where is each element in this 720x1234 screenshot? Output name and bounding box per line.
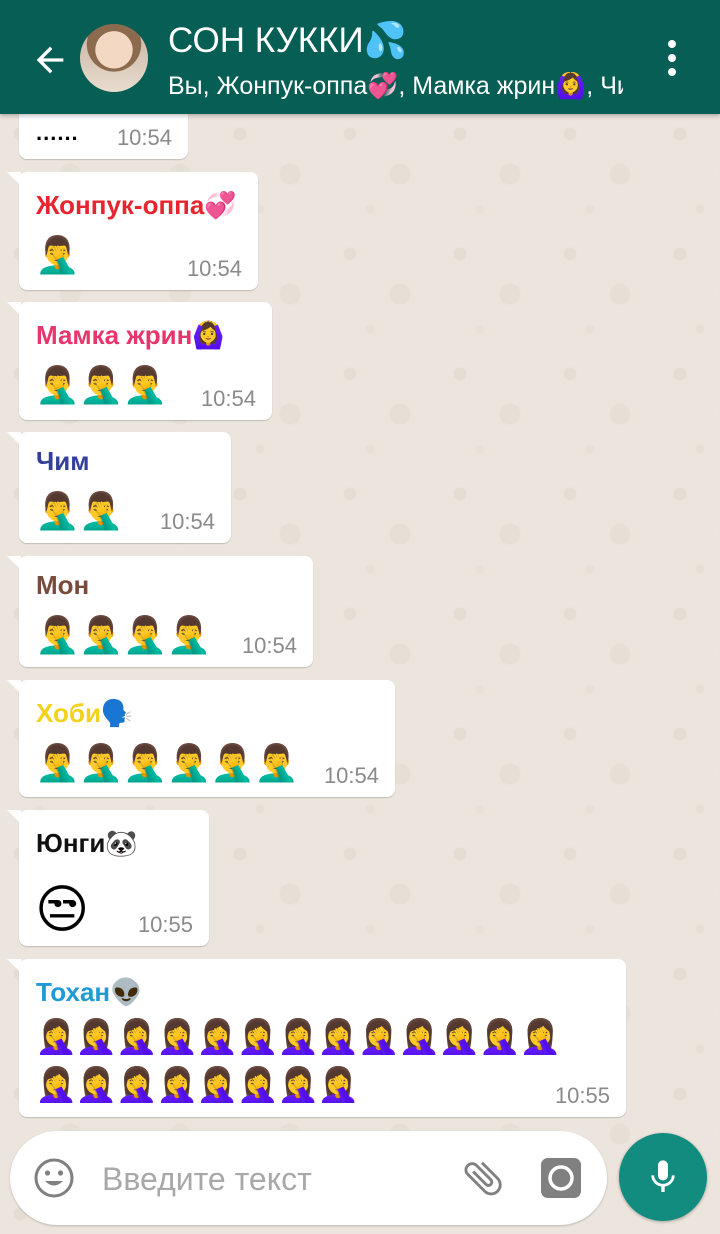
compose-bar [10,1131,607,1225]
sender-name[interactable]: Тохан👽 [36,977,142,1008]
message-time: 10:54 [186,256,242,281]
message-time: 10:55 [137,912,193,937]
chat-header: СОН КУККИ💦 Вы, Жонпук-оппа💞, Мамка жрин🙆… [0,0,720,114]
paperclip-icon [464,1161,502,1196]
message-bubble[interactable]: Тохан👽 🤦‍♀️🤦‍♀️🤦‍♀️🤦‍♀️🤦‍♀️🤦‍♀️🤦‍♀️🤦‍♀️🤦… [7,959,626,1117]
camera-button[interactable] [538,1155,584,1201]
group-avatar[interactable] [80,24,148,92]
more-options-button[interactable] [650,36,694,80]
message-bubble[interactable]: Хоби🗣️ 🤦‍♂️🤦‍♂️🤦‍♂️🤦‍♂️🤦‍♂️🤦‍♂️ 10:54 [7,680,395,797]
message-emojis: 🤦‍♂️🤦‍♂️🤦‍♂️🤦‍♂️ [35,615,211,656]
back-button[interactable] [22,32,78,88]
message-emojis: 🤦‍♂️🤦‍♂️🤦‍♂️🤦‍♂️🤦‍♂️🤦‍♂️ [35,743,299,784]
message-bubble[interactable]: Мамка жрин🙆‍♀️ 🤦‍♂️🤦‍♂️🤦‍♂️ 10:54 [7,302,272,420]
attach-button[interactable] [460,1155,506,1201]
sender-name[interactable]: Мон [36,570,89,601]
message-bubble[interactable]: Юнги🐼 😒 10:55 [7,810,209,946]
message-time: 10:54 [323,763,379,788]
sender-name[interactable]: Хоби🗣️ [36,698,133,729]
microphone-icon [651,1160,675,1192]
message-bubble[interactable]: Мон 🤦‍♂️🤦‍♂️🤦‍♂️🤦‍♂️ 10:54 [7,556,313,667]
sender-name[interactable]: Чим [36,446,90,477]
sender-name[interactable]: Юнги🐼 [36,828,138,859]
message-emojis: 🤦‍♂️🤦‍♂️🤦‍♂️ [35,365,167,406]
more-vert-icon [668,40,676,76]
message-bubble[interactable]: Чим 🤦‍♂️🤦‍♂️ 10:54 [7,432,231,543]
message-emojis: 🤦‍♂️🤦‍♂️ [35,491,124,532]
message-time: 10:54 [241,633,297,658]
sender-name[interactable]: Жонпук-оппа💞 [36,190,237,221]
message-emojis: 🤦‍♀️🤦‍♀️🤦‍♀️🤦‍♀️🤦‍♀️🤦‍♀️🤦‍♀️🤦‍♀️🤦‍♀️🤦‍♀️… [35,1017,561,1057]
group-title[interactable]: СОН КУККИ💦 [168,20,407,61]
message-time: 10:54 [116,125,172,150]
arrow-left-icon [36,46,64,74]
message-input[interactable] [100,1155,444,1203]
message-time: 10:54 [200,386,256,411]
message-bubble[interactable]: Жонпук-оппа💞 🤦‍♂️ 10:54 [7,172,258,290]
message-time: 10:55 [554,1083,610,1108]
message-emojis: 🤦‍♂️ [35,235,80,276]
voice-record-button[interactable] [619,1133,707,1221]
camera-icon [541,1158,581,1198]
message-time: 10:54 [159,509,215,534]
group-participants[interactable]: Вы, Жонпук-оппа💞, Мамка жрин🙆‍♀️, Чим, М… [168,72,623,101]
message-text: ...... [36,120,79,145]
message-emojis: 🤦‍♀️🤦‍♀️🤦‍♀️🤦‍♀️🤦‍♀️🤦‍♀️🤦‍♀️🤦‍♀️ [35,1065,360,1105]
message-emojis: 😒 [35,880,89,940]
smiley-icon [34,1158,74,1198]
emoji-button[interactable] [32,1156,76,1200]
sender-name[interactable]: Мамка жрин🙆‍♀️ [36,320,225,351]
